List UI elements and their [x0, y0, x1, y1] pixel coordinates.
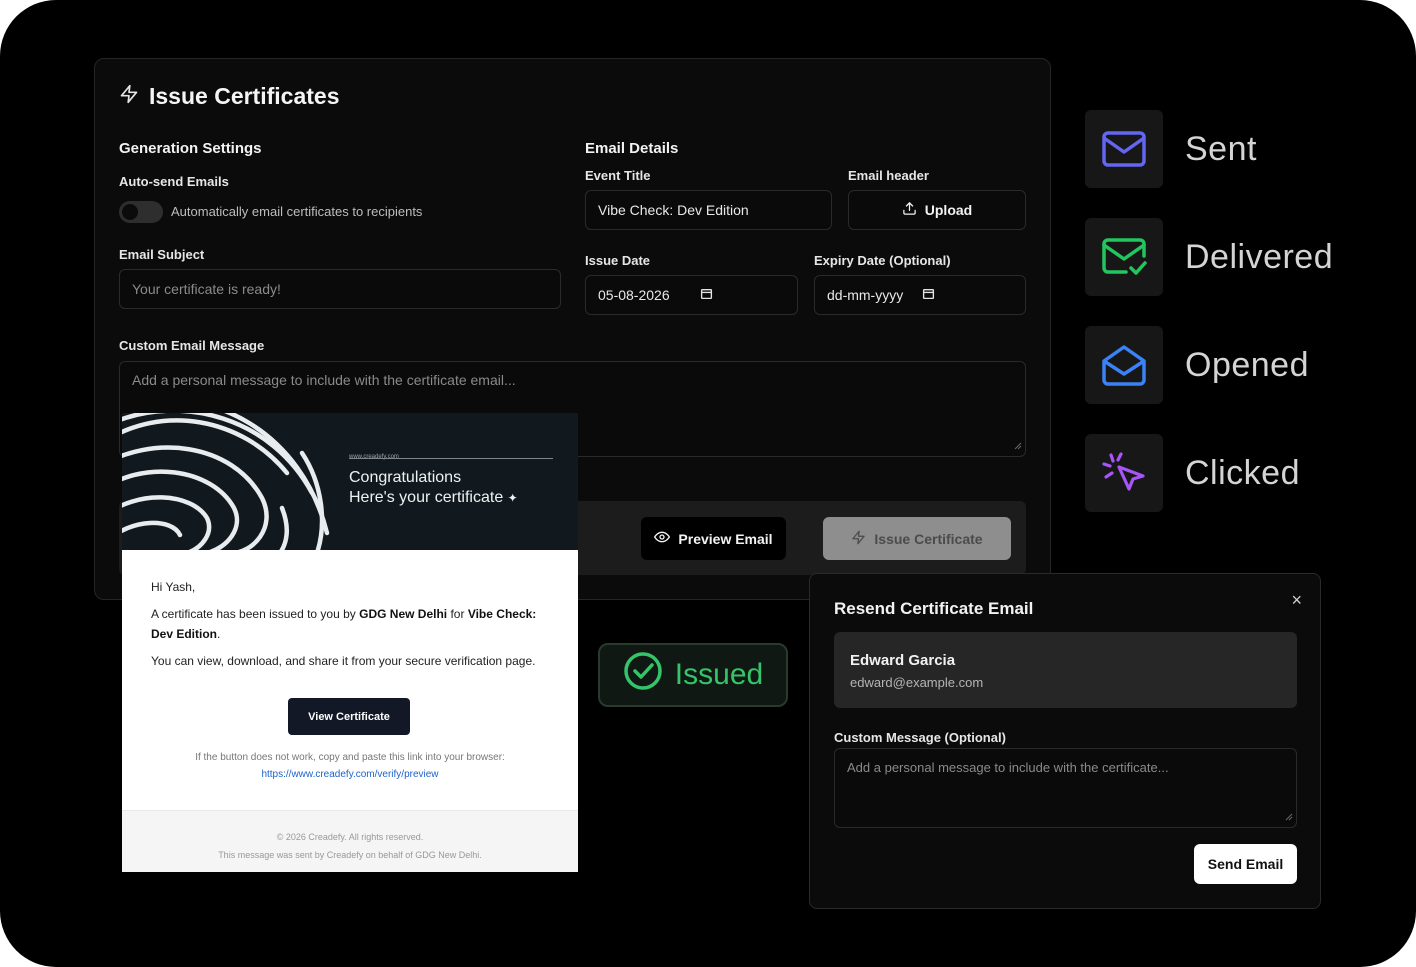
resend-certificate-dialog: Resend Certificate Email × Edward Garcia…	[809, 573, 1321, 909]
email-footer: © 2026 Creadefy. All rights reserved. Th…	[122, 810, 578, 872]
issue-date-label: Issue Date	[585, 253, 651, 268]
email-greeting: Hi Yash,	[151, 580, 196, 594]
status-label: Clicked	[1185, 453, 1300, 492]
email-paragraph: A certificate has been issued to you by …	[151, 607, 537, 641]
calendar-icon[interactable]	[700, 287, 713, 303]
status-label: Delivered	[1185, 237, 1334, 276]
status-opened: Opened	[1085, 326, 1309, 404]
custom-message-placeholder: Add a personal message to include with t…	[132, 372, 516, 388]
status-label: Opened	[1185, 345, 1309, 384]
expiry-date-input[interactable]: dd-mm-yyyy	[814, 275, 1026, 315]
custom-message-placeholder: Add a personal message to include with t…	[847, 760, 1169, 775]
banner-site: www.creadefy.com	[349, 454, 399, 460]
status-sent: Sent	[1085, 110, 1257, 188]
custom-message-label: Custom Email Message	[119, 338, 265, 353]
verify-link[interactable]: https://www.creadefy.com/verify/preview	[122, 769, 578, 780]
panel-title: Issue Certificates	[119, 83, 339, 110]
canvas: Issue Certificates Generation Settings A…	[0, 0, 1416, 967]
preview-email-label: Preview Email	[678, 530, 773, 547]
issue-certificate-label: Issue Certificate	[874, 530, 983, 547]
event-title-input[interactable]: Vibe Check: Dev Edition	[585, 190, 832, 230]
send-email-button[interactable]: Send Email	[1194, 844, 1297, 884]
upload-label: Upload	[924, 202, 973, 218]
resize-grip-icon[interactable]	[1285, 809, 1293, 824]
email-subject-label: Email Subject	[119, 247, 205, 262]
preview-email-button[interactable]: Preview Email	[641, 517, 786, 560]
eye-icon	[654, 529, 671, 548]
fingerprint-graphic	[122, 413, 330, 550]
mouse-pointer-click-icon	[1085, 434, 1163, 512]
panel-title-text: Issue Certificates	[149, 83, 340, 109]
custom-message-textarea[interactable]: Add a personal message to include with t…	[834, 748, 1297, 828]
email-details-heading: Email Details	[585, 140, 679, 157]
dialog-title: Resend Certificate Email	[834, 599, 1034, 618]
issued-label: Issued	[674, 658, 764, 691]
email-subject-input[interactable]: Your certificate is ready!	[119, 269, 561, 309]
auto-send-description: Automatically email certificates to reci…	[171, 204, 423, 219]
zap-icon	[851, 530, 866, 548]
email-body: Hi Yash, A certificate has been issued t…	[151, 577, 551, 678]
issued-badge: Issued	[598, 643, 788, 707]
recipient-email: edward@example.com	[850, 675, 984, 690]
upload-icon	[902, 201, 917, 219]
footer-copyright: © 2026 Creadefy. All rights reserved.	[276, 832, 424, 842]
mail-open-icon	[1085, 326, 1163, 404]
status-label: Sent	[1185, 129, 1257, 168]
fallback-text: If the button does not work, copy and pa…	[195, 752, 505, 763]
mail-icon	[1085, 110, 1163, 188]
email-header-label: Email header	[848, 168, 929, 183]
view-certificate-button[interactable]: View Certificate	[288, 698, 410, 735]
auto-send-toggle[interactable]	[119, 201, 163, 223]
expiry-date-label: Expiry Date (Optional)	[814, 253, 951, 268]
upload-button[interactable]: Upload	[848, 190, 1026, 230]
close-icon[interactable]: ×	[1291, 590, 1302, 611]
email-paragraph-2: You can view, download, and share it fro…	[151, 654, 536, 668]
banner-divider	[349, 458, 553, 459]
resize-grip-icon[interactable]	[1014, 437, 1022, 453]
calendar-icon[interactable]	[922, 287, 935, 303]
issuer-name: GDG New Delhi	[359, 607, 448, 621]
issue-date-input[interactable]: 05-08-2026	[585, 275, 798, 315]
zap-icon	[119, 83, 139, 110]
check-circle-icon	[623, 651, 663, 699]
email-preview: www.creadefy.com Congratulations Here's …	[122, 413, 578, 872]
expiry-date-placeholder: dd-mm-yyyy	[827, 287, 904, 303]
issue-certificate-button[interactable]: Issue Certificate	[823, 517, 1011, 560]
banner-line-1: Congratulations	[349, 469, 462, 486]
status-delivered: Delivered	[1085, 218, 1333, 296]
generation-settings-heading: Generation Settings	[119, 140, 262, 157]
email-banner: www.creadefy.com Congratulations Here's …	[122, 413, 578, 550]
custom-message-label: Custom Message (Optional)	[834, 730, 1006, 745]
issue-date-value: 05-08-2026	[598, 287, 670, 303]
sparkle-icon: ✦	[507, 491, 518, 505]
footer-note: This message was sent by Creadefy on beh…	[218, 850, 482, 860]
status-clicked: Clicked	[1085, 434, 1300, 512]
recipient-name: Edward Garcia	[850, 652, 956, 669]
recipient-card: Edward Garcia edward@example.com	[834, 632, 1297, 708]
banner-line-2: Here's your certificate ✦	[349, 489, 518, 507]
banner-line-2-text: Here's your certificate	[349, 489, 504, 506]
mail-check-icon	[1085, 218, 1163, 296]
auto-send-label: Auto-send Emails	[119, 174, 229, 189]
event-title-label: Event Title	[585, 168, 651, 183]
